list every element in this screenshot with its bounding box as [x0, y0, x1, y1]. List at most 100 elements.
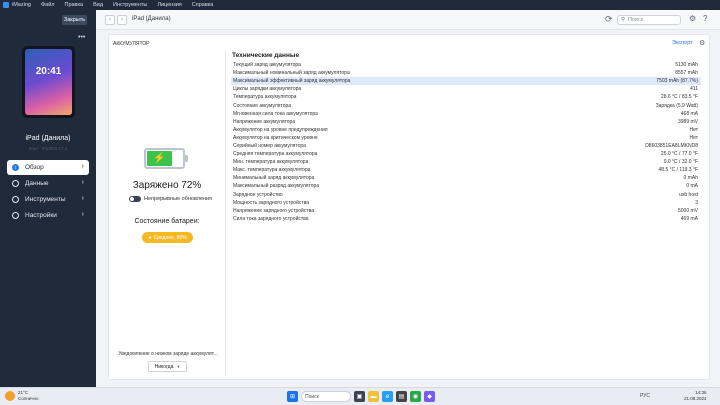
weather-widget[interactable]: 21°C Солнечно	[5, 390, 38, 401]
close-button[interactable]: Закрыть	[62, 15, 87, 25]
battery-level-fill: ⚡	[147, 151, 173, 166]
battery-state-value: Среднее, 86%	[153, 234, 187, 241]
table-row[interactable]: Зарядное устройство usb host	[231, 191, 701, 199]
table-row[interactable]: Сила тока зарядного устройства 469 mA	[231, 215, 701, 223]
search-input[interactable]: ⚲ Поиск	[617, 15, 681, 25]
export-options-icon[interactable]: ⚙	[699, 39, 705, 47]
back-button[interactable]: ‹	[105, 15, 115, 25]
toolbar: ‹ › iPad (Данила) ⟳ ⚲ Поиск ⚙ ?	[96, 10, 720, 30]
tech-row-value: 0 mA	[686, 183, 698, 190]
table-row[interactable]: Напряжение зарядного устройства 5000 mV	[231, 207, 701, 215]
app-logo-icon	[3, 2, 9, 8]
tech-row-label: Средняя температура аккумулятора	[233, 151, 318, 158]
tech-row-value: usb host	[679, 191, 698, 198]
menu-item-help[interactable]: Справка	[192, 2, 214, 8]
sidebar-item-label: Обзор	[25, 164, 44, 171]
chevron-right-icon: ›	[81, 211, 84, 218]
menu-item-app[interactable]: iMazing	[12, 2, 31, 8]
edge-icon[interactable]: e	[382, 391, 393, 402]
taskbar-search[interactable]: Поиск	[301, 391, 351, 402]
refresh-icon[interactable]: ⟳	[605, 14, 613, 25]
table-row[interactable]: Максимальный номинальный заряд аккумулят…	[231, 69, 701, 77]
tech-row-label: Мин. температура аккумулятора	[233, 159, 309, 166]
imazing-taskbar-icon[interactable]: ◆	[424, 391, 435, 402]
table-row[interactable]: Циклы зарядки аккумулятора 411	[231, 85, 701, 93]
table-row[interactable]: Максимальный эффективный заряд аккумулят…	[231, 77, 701, 86]
sun-icon	[5, 390, 15, 401]
sidebar-nav: i Обзор › Данные › Инструменты › Настрой…	[7, 160, 89, 224]
clock-date: 21.08.2024	[684, 396, 707, 401]
menu-item-license[interactable]: Лицензия	[157, 2, 181, 8]
file-explorer-icon[interactable]: ▬	[368, 391, 379, 402]
table-row[interactable]: Текущий заряд аккумулятора 5130 mAh	[231, 61, 701, 69]
more-options-icon[interactable]: •••	[78, 34, 85, 41]
task-view-icon[interactable]: ▣	[354, 391, 365, 402]
search-placeholder: Поиск	[628, 17, 644, 23]
table-row[interactable]: Средняя температура аккумулятора 25.0 °C …	[231, 150, 701, 158]
device-image: 20:41	[22, 46, 75, 118]
table-row[interactable]: Мгновенная сила тока аккумулятора 468 mA	[231, 110, 701, 118]
tech-row-value: D8603851EA8LMKND8	[645, 142, 698, 149]
chevron-right-icon: ›	[81, 195, 84, 202]
table-row[interactable]: Минимальный заряд аккумулятора 0 mAh	[231, 174, 701, 182]
export-link[interactable]: Экспорт	[672, 40, 693, 46]
store-icon[interactable]: ▤	[396, 391, 407, 402]
table-row[interactable]: Мин. температура аккумулятора 0.0 °C / 32…	[231, 158, 701, 166]
tech-row-value: 7503 mAh (87.7%)	[656, 78, 698, 85]
tech-row-value: 3989 mV	[677, 118, 698, 125]
table-row[interactable]: Макс. температура аккумулятора 48.5 °C / …	[231, 166, 701, 174]
gear-icon	[12, 212, 19, 219]
tech-data-table: Текущий заряд аккумулятора 5130 mAh Максим…	[231, 61, 701, 223]
continuous-updates-row: Непрерывные обновления	[129, 196, 212, 202]
table-row[interactable]: Состояние аккумулятора Зарядка (5.9 Watt)	[231, 101, 701, 109]
menu-bar: iMazing Файл Правка Вид Инструменты Лице…	[0, 0, 720, 10]
tech-row-label: Напряжение зарядного устройства	[233, 207, 314, 214]
battery-nub	[185, 155, 188, 162]
tech-row-label: Циклы зарядки аккумулятора	[233, 86, 302, 93]
menu-item-tools[interactable]: Инструменты	[113, 2, 147, 8]
menu-item-file[interactable]: Файл	[41, 2, 55, 8]
device-subtitle: iPad · iPadOS 17.5	[28, 146, 68, 151]
sidebar-item-overview[interactable]: i Обзор ›	[7, 160, 89, 175]
taskbar-clock[interactable]: 14:36 21.08.2024	[684, 390, 707, 402]
forward-button[interactable]: ›	[117, 15, 127, 25]
language-indicator[interactable]: РУС	[640, 393, 650, 399]
continuous-updates-toggle[interactable]	[129, 196, 141, 202]
tech-row-value: 3	[695, 199, 698, 206]
menu-item-view[interactable]: Вид	[93, 2, 103, 8]
sidebar-item-data[interactable]: Данные ›	[7, 176, 89, 191]
main-area: ‹ › iPad (Данила) ⟳ ⚲ Поиск ⚙ ? АККУМУЛЯ…	[96, 10, 720, 387]
tech-row-label: Макс. температура аккумулятора	[233, 167, 311, 174]
table-row[interactable]: Серийный номер аккумулятора D8603851EA8LM…	[231, 142, 701, 150]
tech-row-label: Текущий заряд аккумулятора	[233, 62, 301, 69]
tech-row-value: 8557 mAh	[675, 70, 698, 77]
settings-icon[interactable]: ⚙	[689, 14, 696, 23]
windows-start-icon[interactable]: ⊞	[287, 391, 298, 402]
sidebar-item-tools[interactable]: Инструменты ›	[7, 192, 89, 207]
sidebar-item-settings[interactable]: Настройки ›	[7, 208, 89, 223]
tech-row-value: Нет	[689, 126, 698, 133]
menu-item-edit[interactable]: Правка	[64, 2, 83, 8]
table-row[interactable]: Мощность зарядного устройства 3	[231, 199, 701, 207]
help-icon[interactable]: ?	[703, 14, 707, 23]
chrome-icon[interactable]: ◉	[410, 391, 421, 402]
tech-row-label: Аккумулятор на критическом уровне	[233, 134, 318, 141]
lightning-icon: ⚡	[153, 153, 166, 164]
tech-row-label: Мгновенная сила тока аккумулятора	[233, 110, 318, 117]
tech-row-label: Температура аккумулятора	[233, 94, 297, 101]
warning-icon: ●	[148, 234, 152, 241]
table-row[interactable]: Аккумулятор на критическом уровне Нет	[231, 134, 701, 142]
tech-row-value: 25.0 °C / 77.0 °F	[660, 151, 698, 158]
tech-row-label: Мощность зарядного устройства	[233, 199, 310, 206]
table-row[interactable]: Напряжение аккумулятора 3989 mV	[231, 118, 701, 126]
tech-row-label: Максимальный номинальный заряд аккумулят…	[233, 70, 350, 77]
charge-percentage: Заряжено 72%	[132, 180, 202, 191]
chevron-right-icon: ›	[81, 163, 84, 170]
table-row[interactable]: Максимальный разряд аккумулятора 0 mA	[231, 182, 701, 190]
low-battery-notify-select[interactable]: Никогда ▼	[148, 361, 187, 372]
battery-state-label: Состояние батареи:	[134, 218, 200, 225]
battery-panel: АККУМУЛЯТОР Экспорт ⚙ ⚡ Заряжено 72% Неп…	[108, 34, 710, 380]
table-row[interactable]: Аккумулятор на уровне предупреждения Нет	[231, 126, 701, 134]
table-row[interactable]: Температура аккумулятора 28.6 °C / 83.5 °…	[231, 93, 701, 101]
sidebar: Закрыть ••• 20:41 iPad (Данила) iPad · i…	[0, 10, 96, 387]
